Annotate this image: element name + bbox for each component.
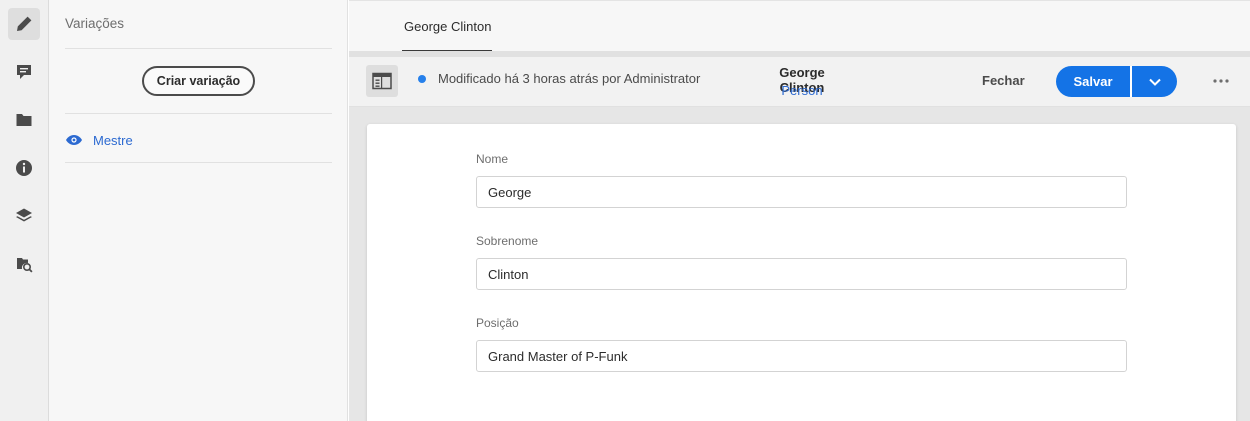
nome-field[interactable] [476,176,1127,208]
comment-icon[interactable] [8,56,40,88]
action-bar: Modificado há 3 horas atrás por Administ… [349,57,1250,107]
info-icon[interactable] [8,152,40,184]
more-icon [1213,79,1229,83]
modified-status: Modificado há 3 horas atrás por Administ… [438,71,701,86]
layers-icon[interactable] [8,200,40,232]
save-button-group: Salvar [1056,66,1177,97]
eye-icon [66,135,82,145]
field-label-nome: Nome [476,152,509,166]
divider [65,48,332,49]
toggle-side-panel-button[interactable] [366,65,398,97]
sobrenome-field[interactable] [476,258,1127,290]
content-fragment-editor: Variações Criar variação Mestre George C… [0,0,1250,421]
edit-icon[interactable] [8,8,40,40]
posicao-field[interactable] [476,340,1127,372]
status-indicator [418,75,426,83]
variations-title: Variações [65,16,125,31]
side-rail [0,0,49,421]
chevron-down-icon [1148,78,1161,86]
variations-panel: Variações Criar variação Mestre [49,0,348,421]
editor-main: George Clinton Modificado há 3 horas atr… [349,0,1250,421]
form-card: Nome Sobrenome Posição [367,124,1236,421]
tab-bar: George Clinton [349,0,1250,53]
side-panel-icon [372,72,392,90]
variation-label: Mestre [93,132,133,148]
more-actions-button[interactable] [1211,71,1231,91]
field-label-posicao: Posição [476,316,519,330]
tab-george-clinton[interactable]: George Clinton [402,1,493,52]
divider [65,162,332,163]
variation-item-master[interactable]: Mestre [65,128,133,152]
folder-icon[interactable] [8,104,40,136]
fragment-model-link[interactable]: Person [757,83,847,98]
references-search-icon[interactable] [8,248,40,280]
create-variation-button[interactable]: Criar variação [142,66,255,96]
field-label-sobrenome: Sobrenome [476,234,539,248]
divider [65,113,332,114]
save-button[interactable]: Salvar [1056,66,1130,97]
save-options-button[interactable] [1132,66,1177,97]
close-button[interactable]: Fechar [982,73,1025,88]
